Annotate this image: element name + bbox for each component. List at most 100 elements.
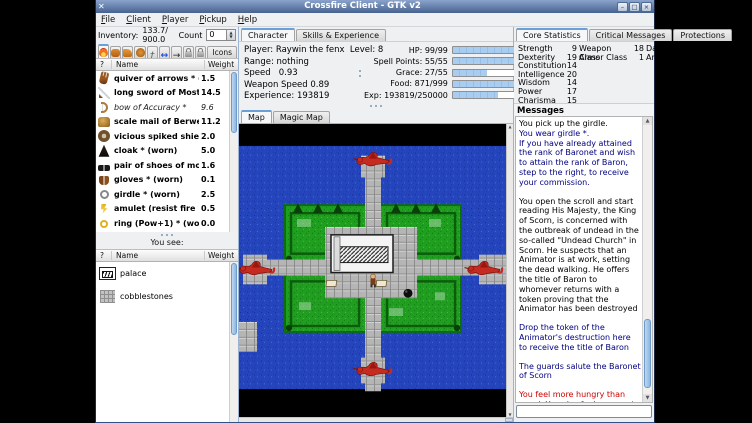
messages-scrollbar[interactable]: ▲ ▼ (642, 117, 652, 402)
map-vertical-scrollbar[interactable]: ▲▼ (506, 124, 513, 417)
close-button[interactable]: × (641, 2, 652, 12)
inventory-item[interactable]: gloves * (worn)0.1 (96, 173, 229, 188)
scroll-up-icon[interactable]: ▲ (643, 117, 652, 125)
main-area: Inventory: 133.7/ 900.0 Count 0 ▲▼ Icons… (96, 27, 654, 422)
inventory-item[interactable]: vicious spiked shield +12.0 (96, 129, 229, 144)
inventory-filter-fist[interactable] (110, 46, 121, 58)
inventory-filter-lock[interactable] (183, 46, 194, 58)
item-name: pair of shoes of mobility (112, 161, 199, 170)
inventory-item[interactable]: scale mail of Berwean +211.2 (96, 115, 229, 130)
count-label: Count (179, 31, 203, 40)
messages-title: Messages (514, 103, 654, 116)
character-stat-line: Experience: 193819 (244, 91, 356, 101)
inventory-item[interactable]: amulet (resist fire +20) *0.5 (96, 202, 229, 217)
tab-skills-experience[interactable]: Skills & Experience (296, 29, 386, 41)
minimize-button[interactable]: – (617, 2, 628, 12)
menu-client[interactable]: Client (126, 15, 151, 25)
count-value[interactable]: 0 (207, 30, 226, 40)
inventory-item[interactable]: quiver of arrows * (activ1.5 (96, 71, 229, 86)
ground-item[interactable]: cobblestones (96, 285, 229, 308)
inventory-item[interactable]: pair of shoes of mobility1.6 (96, 158, 229, 173)
message: You wear girdle *. (519, 129, 641, 139)
scrollbar-thumb[interactable] (231, 72, 237, 133)
inventory-filter-sack[interactable] (134, 46, 145, 58)
inventory-filter-arrow[interactable] (171, 46, 182, 58)
stat-bar-row: Spell Points: 55/55 (364, 56, 524, 66)
stat-bar-fill (453, 58, 523, 64)
cannonball (404, 289, 413, 298)
inventory-filter-hand[interactable] (122, 46, 133, 58)
spinner-arrows-icon[interactable]: ▲▼ (226, 30, 235, 40)
item-icon-cell (96, 130, 112, 142)
item-icon-cell (96, 174, 112, 185)
column-locked[interactable]: ? (96, 251, 112, 260)
item-name: cloak * (worn) (112, 146, 199, 155)
messages-scroll-area[interactable]: You pick up the girdle.You wear girdle *… (516, 117, 642, 402)
window-controls: –□× (616, 2, 652, 12)
menu-file[interactable]: File (101, 15, 115, 25)
column-weight[interactable]: Weight (205, 60, 238, 69)
item-icon-cell (96, 267, 118, 280)
ring-icon (100, 220, 108, 228)
scroll-down-icon[interactable]: ▼ (643, 394, 652, 402)
command-input[interactable] (516, 405, 652, 418)
pane-splitter[interactable] (356, 45, 364, 101)
inventory-item[interactable]: girdle * (worn)2.5 (96, 187, 229, 202)
inventory-scrollbar[interactable] (229, 71, 238, 232)
inventory-filter-flame[interactable] (98, 44, 109, 58)
stat-label: Armour (646, 54, 682, 63)
info-pane: Core StatisticsCritical MessagesProtecti… (514, 27, 654, 422)
inventory-weight-value: 133.7/ 900.0 (142, 26, 171, 44)
game-map[interactable] (239, 124, 506, 417)
cobblestones-icon (100, 290, 115, 303)
quiver-icon (99, 71, 110, 85)
item-icon-cell (96, 116, 112, 127)
tab-map[interactable]: Map (241, 110, 272, 123)
inventory-item[interactable]: bow of Accuracy *9.6 (96, 100, 229, 115)
inventory-filter-lock2[interactable] (195, 46, 206, 58)
window-icon: ✕ (98, 0, 109, 13)
inventory-item[interactable]: cloak * (worn)5.0 (96, 144, 229, 159)
title-bar[interactable]: ✕ Crossfire Client - GTK v2 –□× (96, 0, 654, 13)
map-horizontal-scrollbar[interactable] (239, 417, 513, 422)
scrollbar-thumb[interactable] (231, 263, 237, 335)
lock2-icon (197, 51, 204, 57)
menu-player[interactable]: Player (162, 15, 188, 25)
inventory-filter-swap[interactable] (159, 46, 170, 58)
stat-bar-fill (453, 70, 487, 76)
inventory-tab-icons[interactable]: Icons (207, 46, 237, 58)
column-name[interactable]: Name (112, 60, 205, 69)
menu-help[interactable]: Help (238, 15, 257, 25)
tab-magic-map[interactable]: Magic Map (273, 111, 330, 123)
map-fog-top (239, 124, 506, 146)
item-weight: 1.6 (199, 161, 229, 170)
menu-pickup[interactable]: Pickup (199, 15, 226, 25)
tab-critical-messages[interactable]: Critical Messages (589, 29, 673, 41)
stat-bar-label: Exp: 193819/250000 (364, 91, 452, 100)
column-weight[interactable]: Weight (205, 251, 238, 260)
stat-bar-row: HP: 99/99 (364, 45, 524, 55)
ground-item[interactable]: palace (96, 262, 229, 285)
tab-protections[interactable]: Protections (673, 29, 732, 41)
maximize-button[interactable]: □ (629, 2, 640, 12)
sack-icon (136, 48, 145, 57)
count-spinner[interactable]: 0 ▲▼ (206, 29, 236, 41)
ground-scrollbar[interactable] (229, 262, 238, 423)
menu-bar: File Client Player Pickup Help (96, 13, 654, 27)
character-stats-text: Player: Raywin the fenx Level: 8Range: n… (244, 45, 356, 101)
tab-character[interactable]: Character (241, 28, 295, 41)
column-name[interactable]: Name (112, 251, 205, 260)
flame-icon (99, 48, 108, 57)
item-name: bow of Accuracy * (112, 103, 199, 112)
column-locked[interactable]: ? (96, 60, 112, 69)
tab-core-statistics[interactable]: Core Statistics (516, 28, 588, 41)
scrollbar-thumb[interactable] (644, 319, 651, 387)
ground-rows: palacecobblestones (96, 262, 229, 423)
item-name: long sword of Mostrai +3 (112, 88, 199, 97)
gloves-icon (99, 176, 109, 185)
inventory-list: quiver of arrows * (activ1.5long sword o… (96, 71, 238, 232)
window-title: Crossfire Client - GTK v2 (109, 0, 616, 13)
inventory-item[interactable]: ring (Pow+1) * (worn)0.0 (96, 216, 229, 231)
inventory-item[interactable]: long sword of Mostrai +314.5 (96, 86, 229, 101)
inventory-filter-dagger[interactable] (147, 46, 158, 58)
